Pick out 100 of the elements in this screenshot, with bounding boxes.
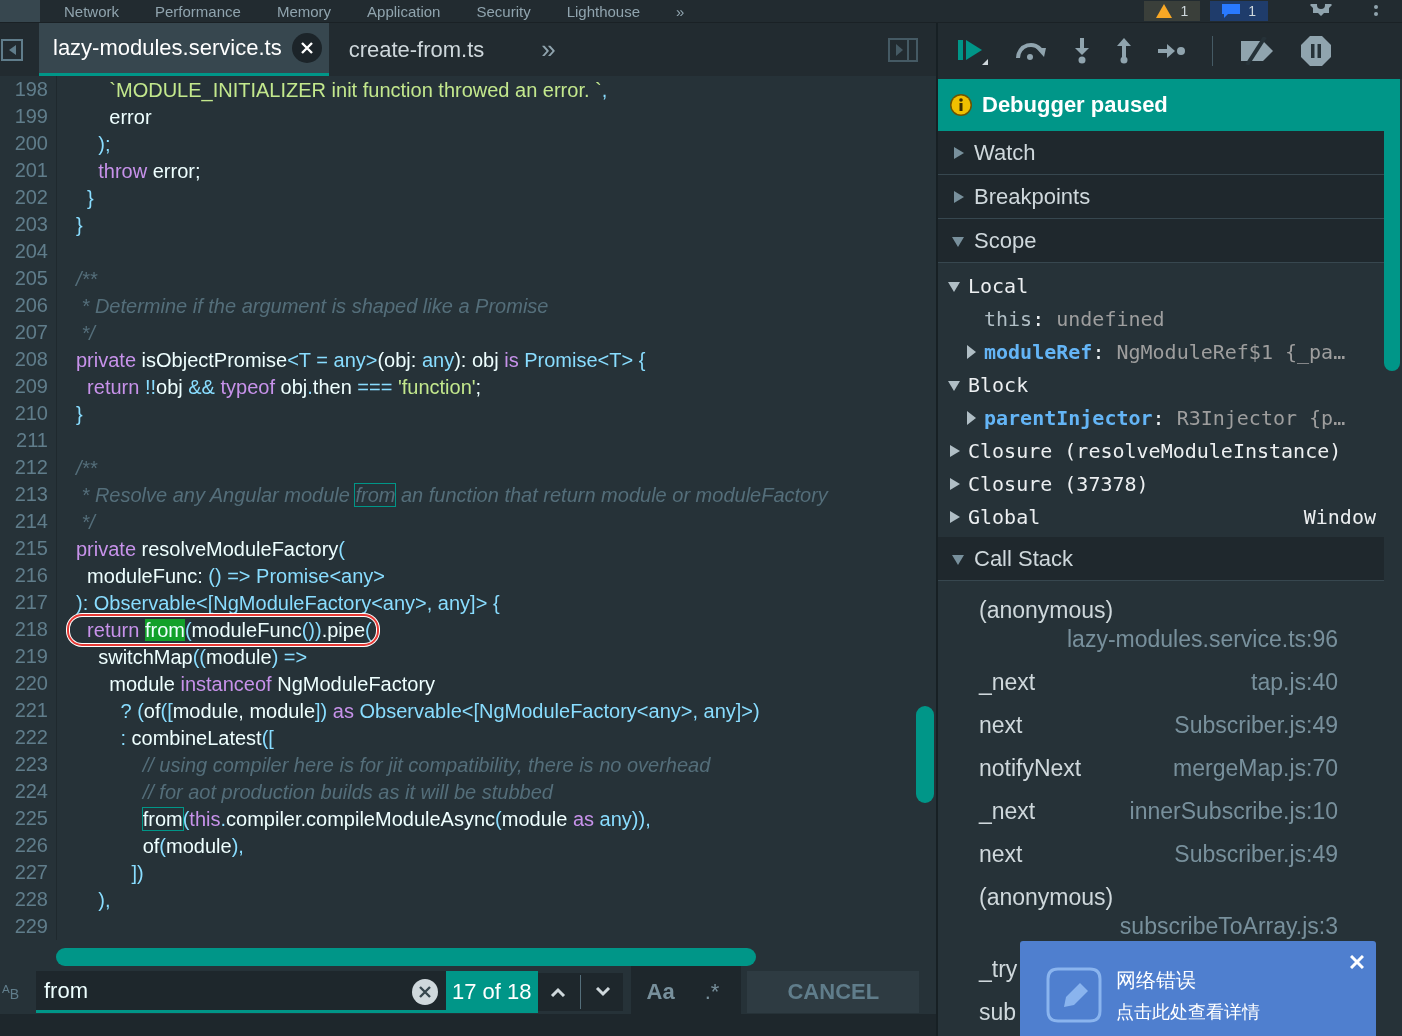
- panel-tab[interactable]: Performance: [155, 2, 241, 20]
- scope-property[interactable]: this: undefined: [938, 302, 1384, 335]
- code-line: return !!obj && typeof obj.then === 'function';: [86, 374, 482, 400]
- line-number: 200: [0, 130, 57, 157]
- call-frame[interactable]: notifyNext mergeMap.js:70: [938, 747, 1384, 790]
- code-line: * Determine if the argument is shaped like a Promise: [80, 293, 549, 319]
- line-number: 227: [0, 859, 57, 886]
- caret-icon[interactable]: [952, 552, 964, 565]
- step-into-icon[interactable]: [1074, 38, 1090, 64]
- call-frame[interactable]: _next tap.js:40: [938, 661, 1384, 704]
- caret-icon[interactable]: [966, 410, 976, 425]
- caret-icon[interactable]: [952, 234, 964, 247]
- code-line: error: [108, 104, 152, 130]
- caret-icon[interactable]: [948, 444, 960, 457]
- caret-icon[interactable]: [948, 510, 960, 523]
- code-line: module instanceof NgModuleFactory: [108, 671, 436, 697]
- line-number: 201: [0, 157, 57, 184]
- code-line: moduleFunc: () => Promise<any>: [86, 563, 386, 589]
- scope-property[interactable]: moduleRef: NgModuleRef$1 {_pa…: [938, 335, 1384, 368]
- error-toast[interactable]: 网络错误 点击此处查看详情: [1020, 941, 1376, 1036]
- line-number: 213: [0, 481, 57, 508]
- regex-toggle[interactable]: .*: [704, 979, 720, 1005]
- line-number: 228: [0, 886, 57, 913]
- scope-item[interactable]: Closure (37378): [938, 467, 1384, 500]
- line-number: 211: [0, 427, 57, 454]
- code-line: ): Observable<[NgModuleFactory<any>, any]> {: [76, 590, 500, 616]
- code-line: /**: [76, 455, 98, 481]
- caret-icon[interactable]: [948, 279, 960, 292]
- code-line: ),: [97, 887, 111, 913]
- caret-icon[interactable]: [948, 477, 960, 490]
- line-number: 214: [0, 508, 57, 535]
- code-line: ? (of([module, module]) as Observable<[NgModuleFactory<any>, any]>): [119, 698, 760, 724]
- scope-item[interactable]: Global Window: [938, 500, 1384, 533]
- line-number: 208: [0, 346, 57, 373]
- scrollbar-thumb[interactable]: [56, 948, 756, 966]
- scope-item[interactable]: Local: [938, 269, 1384, 302]
- panel-tab[interactable]: Application: [367, 2, 441, 20]
- scrollbar-thumb[interactable]: [916, 706, 934, 803]
- toast-title: 网络错误: [1116, 967, 1197, 994]
- code-line: /**: [76, 266, 98, 292]
- call-frame[interactable]: (anonymous) lazy-modules.service.ts:96: [938, 589, 1384, 661]
- code-line: */: [80, 509, 95, 535]
- panel-tab[interactable]: Security: [476, 2, 531, 20]
- pause-on-exceptions-icon[interactable]: [1301, 36, 1331, 66]
- code-line: }: [76, 212, 83, 238]
- code-line: from(this.compiler.compileModuleAsync(module as any)),: [141, 806, 651, 832]
- previous-match-icon[interactable]: [549, 987, 566, 997]
- panel-tab[interactable]: Memory: [276, 2, 332, 20]
- call-frame[interactable]: next Subscriber.js:49: [938, 704, 1384, 747]
- caret-icon[interactable]: [952, 190, 964, 203]
- scrollbar-thumb[interactable]: [1384, 79, 1400, 371]
- toast-message: 点击此处查看详情: [1116, 1000, 1260, 1024]
- line-number: 199: [0, 103, 57, 130]
- next-match-icon[interactable]: [594, 987, 611, 997]
- line-number: 212: [0, 454, 57, 481]
- step-icon[interactable]: [1158, 44, 1186, 58]
- scope-property[interactable]: parentInjector: R3Injector {p…: [938, 401, 1384, 434]
- section-header[interactable]: Call Stack: [938, 537, 1384, 581]
- step-over-icon[interactable]: [1014, 42, 1048, 60]
- close-icon[interactable]: [291, 33, 322, 63]
- scope-item[interactable]: Closure (resolveModuleInstance): [938, 434, 1384, 467]
- code-line: // using compiler here is for jit compatibility, there is no overhead: [141, 752, 711, 778]
- settings-icon[interactable]: [1308, 4, 1334, 18]
- sidebar-toggle-icon[interactable]: [888, 37, 918, 62]
- scope-item[interactable]: Block: [938, 368, 1384, 401]
- section-header[interactable]: Scope: [938, 219, 1384, 263]
- caret-icon[interactable]: [966, 344, 976, 359]
- more-tabs-button[interactable]: »: [541, 34, 556, 65]
- caret-icon[interactable]: [952, 146, 964, 159]
- code-line: ]): [130, 860, 144, 886]
- section-header[interactable]: Watch: [938, 131, 1384, 175]
- panel-tab[interactable]: Network: [64, 2, 119, 20]
- code-line: private resolveModuleFactory(: [76, 536, 345, 562]
- call-frame[interactable]: next Subscriber.js:49: [938, 833, 1384, 876]
- step-out-icon[interactable]: [1116, 38, 1132, 64]
- more-icon[interactable]: [1374, 5, 1378, 17]
- line-number: 221: [0, 697, 57, 724]
- panel-tab[interactable]: »: [676, 2, 685, 20]
- line-number: 204: [0, 238, 57, 265]
- counter-badge[interactable]: 1: [1144, 1, 1201, 21]
- match-case-toggle[interactable]: Aa: [646, 979, 675, 1005]
- file-tab[interactable]: create-from.ts: [328, 23, 492, 76]
- clear-icon[interactable]: [412, 979, 438, 1005]
- line-number: 209: [0, 373, 57, 400]
- line-number: 215: [0, 535, 57, 562]
- resume-icon[interactable]: [958, 37, 988, 65]
- panel-tab[interactable]: Lighthouse: [566, 2, 641, 20]
- call-frame[interactable]: _next innerSubscribe.js:10: [938, 790, 1384, 833]
- file-tab[interactable]: lazy-modules.service.ts: [39, 23, 329, 76]
- sidebar-toggle-icon[interactable]: [1, 38, 23, 61]
- line-number: 222: [0, 724, 57, 751]
- search-field[interactable]: from: [36, 971, 446, 1013]
- line-number: 210: [0, 400, 57, 427]
- line-number: 205: [0, 265, 57, 292]
- counter-badge[interactable]: 1: [1210, 1, 1268, 21]
- section-header[interactable]: Breakpoints: [938, 175, 1384, 219]
- caret-icon[interactable]: [948, 378, 960, 391]
- line-number: 226: [0, 832, 57, 859]
- deactivate-breakpoints-icon[interactable]: [1239, 37, 1275, 65]
- code-line: */: [80, 320, 95, 346]
